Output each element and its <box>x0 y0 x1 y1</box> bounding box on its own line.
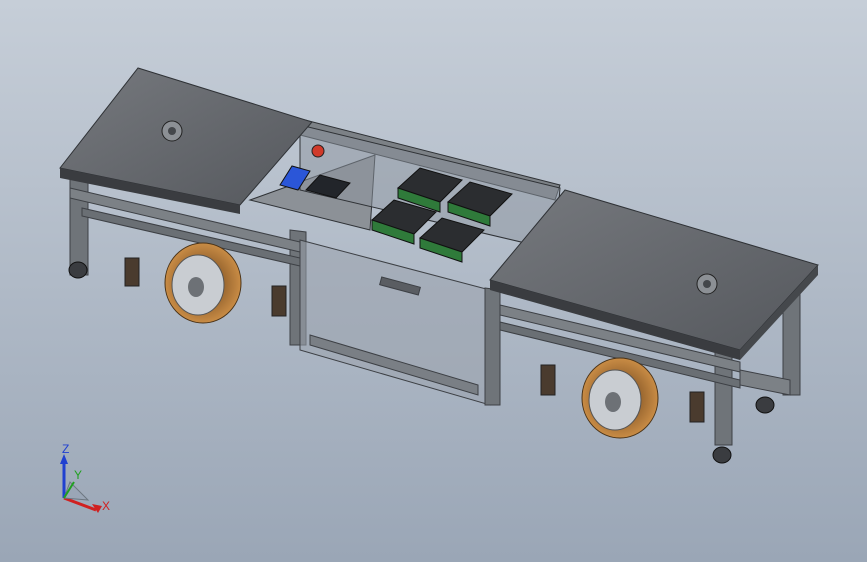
y-axis-label: Y <box>74 468 82 482</box>
z-axis-label: Z <box>62 442 69 456</box>
wheel-left <box>164 242 242 324</box>
view-triad-icon: Z Y X <box>60 442 110 513</box>
chassis-box <box>299 239 491 406</box>
agv-model[interactable] <box>0 0 867 562</box>
wheel-right <box>581 357 659 439</box>
estop-icon <box>311 144 325 158</box>
x-axis-label: X <box>102 499 110 513</box>
graphics-viewport[interactable]: Z Y X <box>0 0 867 562</box>
